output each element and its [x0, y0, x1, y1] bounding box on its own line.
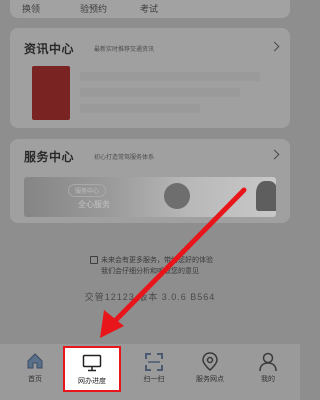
nav-home-label: 首页: [28, 376, 42, 383]
service-center-subtitle: 初心打造常驾服务体系: [94, 155, 155, 161]
nav-scan[interactable]: 扫一扫: [124, 344, 184, 400]
service-center-card[interactable]: 服务中心 初心打造常驾服务体系 服务中心 全心服务: [10, 139, 290, 223]
news-text-line: [80, 104, 200, 113]
nav-me[interactable]: 我的: [238, 344, 298, 400]
info-center-title: 资讯中心: [24, 42, 75, 56]
person-icon: [259, 352, 277, 372]
notice-icon: [90, 256, 98, 264]
bottom-nav: 首页 扫一扫 服务网点 我的: [0, 344, 300, 400]
nav-progress[interactable]: 网办进度: [63, 346, 121, 392]
info-center-card[interactable]: 资讯中心 最新实时推荐交通资讯: [10, 28, 290, 128]
nav-service-point-label: 服务网点: [196, 376, 224, 383]
nav-progress-label: 网办进度: [78, 378, 106, 385]
tab-appointment[interactable]: 验预约: [80, 2, 107, 15]
service-banner[interactable]: 服务中心 全心服务: [24, 177, 276, 217]
banner-text: 全心服务: [78, 200, 110, 209]
banner-person-image: [164, 183, 190, 209]
notice-line-2: 我们会仔细分析和听取您的意见: [101, 268, 199, 275]
scan-icon: [145, 353, 163, 371]
location-icon: [202, 352, 218, 371]
home-icon: [27, 353, 43, 369]
service-center-title: 服务中心: [24, 150, 75, 164]
tab-exam[interactable]: 考试: [140, 2, 158, 15]
app-version: 交管12123 版本 3.0.6 B564: [84, 292, 216, 302]
chevron-right-icon[interactable]: [269, 41, 280, 52]
banner-person-image: [256, 181, 276, 211]
nav-service-point[interactable]: 服务网点: [180, 344, 240, 400]
news-thumbnail[interactable]: [32, 66, 70, 120]
nav-home[interactable]: 首页: [5, 344, 65, 400]
news-text-line: [80, 88, 240, 97]
nav-scan-label: 扫一扫: [143, 376, 165, 383]
monitor-icon: [82, 354, 102, 372]
top-tab-strip: 换领 验预约 考试: [0, 0, 300, 22]
banner-pill: 服务中心: [68, 184, 107, 197]
news-text-line: [80, 72, 260, 81]
info-center-subtitle: 最新实时推荐交通资讯: [94, 47, 155, 53]
tab-exchange[interactable]: 换领: [22, 2, 40, 15]
nav-me-label: 我的: [261, 376, 275, 383]
chevron-right-icon[interactable]: [269, 149, 280, 160]
notice-line-1: 未来会有更多服务，带给您好的体验: [101, 257, 213, 264]
